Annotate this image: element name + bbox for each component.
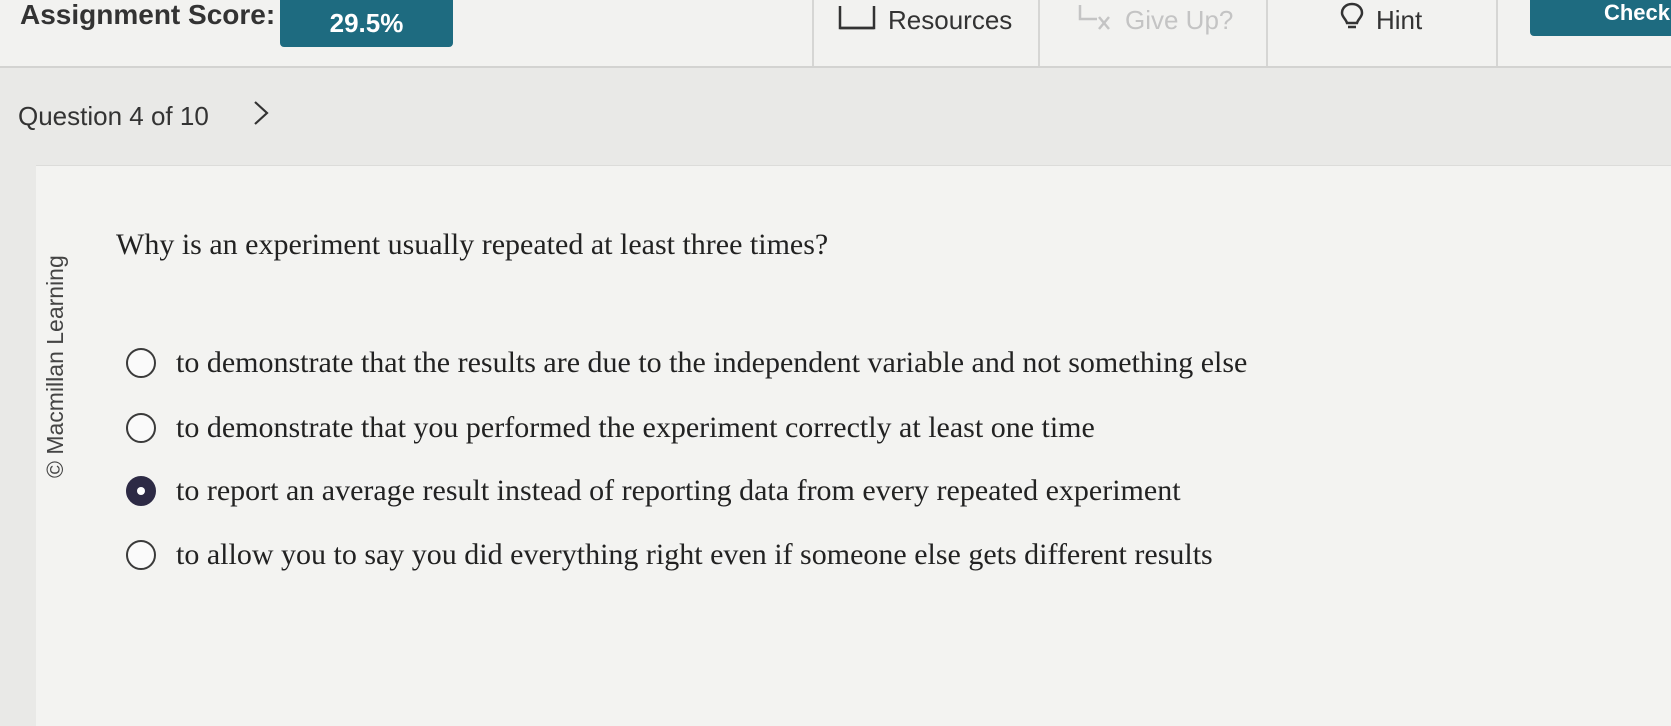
- answer-option[interactable]: to demonstrate that the results are due …: [126, 346, 1247, 380]
- resources-button[interactable]: Resources: [838, 0, 1012, 40]
- toolbar-divider: [1038, 0, 1040, 66]
- answer-option-label: to demonstrate that you performed the ex…: [176, 411, 1095, 444]
- hint-label: Hint: [1376, 4, 1423, 35]
- answer-option-label: to allow you to say you did everything r…: [176, 538, 1213, 571]
- answer-option-label: to report an average result instead of r…: [176, 474, 1181, 507]
- chevron-right-icon[interactable]: [253, 100, 269, 133]
- answer-option-selected[interactable]: to report an average result instead of r…: [126, 474, 1181, 508]
- toolbar-divider: [1496, 0, 1498, 66]
- top-toolbar: Assignment Score: 29.5% Resources Give U…: [0, 0, 1671, 68]
- toolbar-divider: [1266, 0, 1268, 66]
- hint-button[interactable]: Hint: [1340, 0, 1422, 40]
- give-up-label: Give Up?: [1125, 4, 1234, 35]
- give-up-icon: [1077, 3, 1113, 38]
- answer-option[interactable]: to demonstrate that you performed the ex…: [126, 411, 1095, 445]
- assignment-score-badge: 29.5%: [280, 0, 453, 47]
- check-answer-button[interactable]: Check: [1530, 0, 1671, 36]
- toolbar-divider: [812, 0, 814, 66]
- assignment-score-label: Assignment Score:: [20, 0, 276, 30]
- question-counter: Question 4 of 10: [18, 101, 209, 131]
- question-prompt: Why is an experiment usually repeated at…: [116, 228, 829, 261]
- give-up-button[interactable]: Give Up?: [1077, 0, 1233, 40]
- resources-label: Resources: [888, 4, 1013, 35]
- copyright-notice: © Macmillan Learning: [42, 255, 68, 478]
- answer-option-label: to demonstrate that the results are due …: [176, 346, 1248, 379]
- radio-button[interactable]: [126, 540, 156, 570]
- radio-button[interactable]: [126, 348, 156, 378]
- answer-option[interactable]: to allow you to say you did everything r…: [126, 538, 1213, 572]
- question-navigation: Question 4 of 10: [18, 100, 269, 133]
- radio-button[interactable]: [126, 413, 156, 443]
- book-icon: [838, 4, 876, 37]
- lightbulb-icon: [1340, 2, 1364, 39]
- radio-button-selected[interactable]: [126, 476, 156, 506]
